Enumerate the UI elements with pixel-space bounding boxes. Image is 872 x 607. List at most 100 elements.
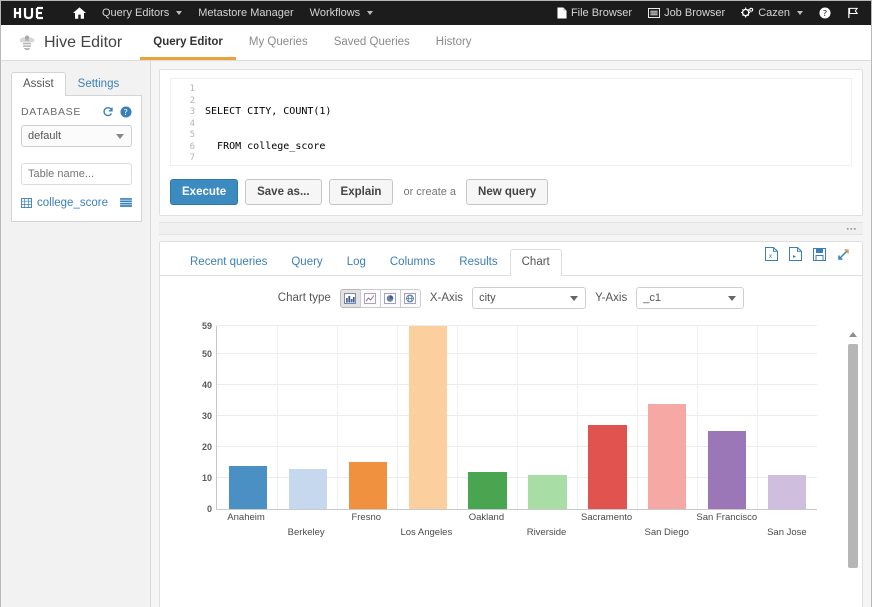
nav-workflows-label: Workflows [309,7,361,19]
results-tab-bar: Recent queries Query Log Columns Results… [160,242,862,276]
line-number: 1 [189,84,195,94]
top-navbar-right: File Browser Job Browser Cazen ? [549,1,867,25]
chart-scrollbar[interactable] [848,332,858,568]
line-chart-icon [364,292,377,304]
tab-my-queries[interactable]: My Queries [236,36,321,60]
nav-file-browser[interactable]: File Browser [549,1,640,25]
columns-icon[interactable] [120,198,132,208]
tab-log[interactable]: Log [335,249,378,276]
explain-button[interactable]: Explain [328,179,394,205]
yaxis-select[interactable]: _c1 [636,287,745,309]
or-create-a-label: or create a [403,186,457,198]
chart-bar-cell [757,326,817,509]
sql-code-editor[interactable]: 1 2 3 4 5 6 7 8 SELECT CITY, COUNT(1) FR… [170,78,852,166]
tab-query[interactable]: Query [279,249,334,276]
nav-workflows[interactable]: Workflows [302,1,382,25]
nav-job-browser[interactable]: Job Browser [640,1,733,25]
x-axis-tick-label: San Diego [644,527,689,538]
tab-columns-label: Columns [389,256,436,268]
chart-bar[interactable] [408,326,447,509]
chevron-down-icon [797,11,803,15]
x-axis-tick-label: Sacramento [580,512,633,523]
chart-type-bar-button[interactable] [339,288,361,308]
chart-bar-cell [458,326,518,509]
tab-query-editor-label: Query Editor [153,36,223,48]
chart-bar[interactable] [468,471,507,509]
nav-user-menu[interactable]: Cazen [733,1,811,25]
panel-splitter[interactable]: ▪▪▪ [159,222,863,235]
save-icon[interactable] [813,247,826,261]
help-circle-icon[interactable]: ? [120,106,132,118]
chevron-down-icon [116,133,124,139]
database-select[interactable]: default [21,125,132,147]
tab-history-label: History [435,36,472,48]
tab-chart[interactable]: Chart [509,249,562,276]
svg-text:?: ? [823,8,827,18]
nav-flag-button[interactable] [839,1,867,25]
chart-bar[interactable] [228,465,268,509]
refresh-icon[interactable] [102,106,114,118]
tab-columns[interactable]: Columns [378,249,447,276]
hue-logo-icon [13,6,43,20]
chart-bar[interactable] [588,425,627,509]
scroll-up-icon[interactable] [849,332,857,337]
nav-help-button[interactable]: ? [811,1,839,25]
x-axis-label-cell: Berkeley [276,510,336,550]
hue-logo[interactable] [13,6,51,20]
results-panel: Recent queries Query Log Columns Results… [159,241,863,607]
scrollbar-thumb[interactable] [848,344,858,568]
new-query-button[interactable]: New query [466,179,549,205]
chart-bar-cell [218,326,278,509]
chevron-down-icon [176,11,183,15]
x-axis-tick-label: Berkeley [287,527,325,538]
nav-metastore-manager[interactable]: Metastore Manager [190,1,301,25]
tab-query-editor[interactable]: Query Editor [140,36,236,60]
chart-bar-cell [398,326,458,509]
svg-text:?: ? [123,107,128,117]
x-axis-tick-label: Fresno [351,512,382,523]
tab-results[interactable]: Results [447,249,509,276]
save-as-button[interactable]: Save as... [245,179,322,205]
nav-query-editors[interactable]: Query Editors [94,1,190,25]
y-axis-tick-label: 30 [201,410,212,421]
chart-type-map-button[interactable] [399,288,421,308]
tab-history[interactable]: History [423,36,485,60]
chart-bar[interactable] [528,474,567,509]
table-list-item[interactable]: college_score [21,197,132,209]
chart-bar[interactable] [767,474,807,509]
line-number-gutter: 1 2 3 4 5 6 7 8 [171,83,201,165]
table-filter-input[interactable] [21,163,132,185]
chart-bar[interactable] [648,403,687,509]
expand-icon[interactable] [837,248,850,261]
tab-assist-label: Assist [23,78,54,90]
chart-type-line-button[interactable] [359,288,381,308]
nav-job-browser-label: Job Browser [664,7,726,19]
chart-bar[interactable] [288,468,328,509]
line-number: 2 [189,95,195,106]
chevron-down-icon [728,295,737,301]
tab-settings-label: Settings [77,78,120,90]
tab-saved-queries[interactable]: Saved Queries [321,36,423,60]
top-navbar: Query Editors Metastore Manager Workflow… [1,1,871,25]
chart-controls: Chart type X-Axis city Y-Axis _c1 [160,276,862,318]
x-axis-tick-label: Oakland [468,512,505,523]
line-number: 4 [189,118,195,129]
home-nav-button[interactable] [65,1,94,25]
chart-bar[interactable] [348,462,387,509]
tab-query-label: Query [291,256,323,268]
tab-assist[interactable]: Assist [11,72,66,96]
tab-recent-queries[interactable]: Recent queries [178,249,279,276]
tab-log-label: Log [346,256,366,268]
xaxis-label: X-Axis [429,292,464,304]
export-csv-icon[interactable]: ▸ [789,247,802,261]
execute-button[interactable]: Execute [170,179,239,205]
export-xls-icon[interactable]: x [765,247,778,261]
chart-type-pie-button[interactable] [379,288,401,308]
xaxis-select[interactable]: city [472,287,587,309]
editor-tabs: Query Editor My Queries Saved Queries Hi… [140,24,484,60]
chart-bar[interactable] [708,431,747,509]
tab-settings[interactable]: Settings [66,72,132,96]
chart-plot-area: 0 10 20 30 40 50 59 [188,318,817,514]
results-action-icons: x ▸ [765,247,850,261]
svg-text:▸: ▸ [793,253,796,260]
